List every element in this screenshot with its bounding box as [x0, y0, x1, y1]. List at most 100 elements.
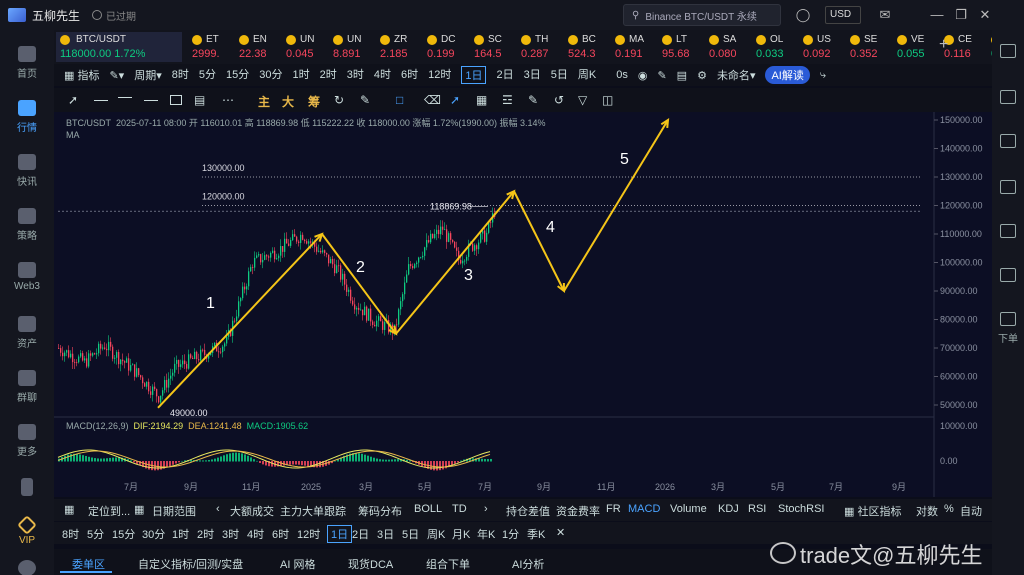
tf-30分[interactable]: 30分 [142, 526, 165, 542]
ai-interpret-button[interactable]: AI解读 [765, 66, 810, 84]
layout-select[interactable]: 未命名▾ [717, 67, 756, 83]
ticker-9[interactable]: BC 524.3 [566, 32, 613, 62]
sidebar-item-chat[interactable]: 群聊 [0, 370, 54, 404]
sidebar-item-mobile[interactable] [0, 478, 54, 499]
indicator-RSI[interactable]: RSI [748, 503, 766, 515]
locate-icon[interactable]: ▦ [64, 503, 74, 516]
tf-5日[interactable]: 5日 [402, 526, 419, 542]
ticker-3[interactable]: UN 0.045 [284, 32, 331, 62]
period-button[interactable]: 周期▾ [134, 67, 162, 83]
ticker-12[interactable]: SA 0.080 [707, 32, 754, 62]
timeframe-5分[interactable]: 5分 [199, 66, 216, 84]
indicator-TD[interactable]: TD [452, 503, 467, 515]
pen-icon[interactable]: ✎▾ [109, 69, 124, 82]
magnet-tool-icon[interactable]: ↺ [554, 93, 564, 107]
percent-scale-button[interactable]: % [944, 503, 954, 515]
currency-select[interactable]: USD [825, 6, 861, 24]
tab-5[interactable]: AI分析 [512, 556, 544, 572]
tf-4时[interactable]: 4时 [247, 526, 264, 542]
sidebar-item-assets[interactable]: 资产 [0, 316, 54, 350]
order-icon[interactable] [1000, 312, 1016, 326]
log-scale-button[interactable]: 对数 [916, 503, 938, 519]
tf-2日[interactable]: 2日 [352, 526, 369, 542]
ticker-2[interactable]: EN 22.38 [237, 32, 284, 62]
trend-icon[interactable] [1000, 180, 1016, 194]
tf-年K[interactable]: 年K [477, 526, 495, 542]
price-chart[interactable]: 150000.00 140000.00 130000.00 120000.00 1100… [54, 112, 992, 497]
channel-tool-icon[interactable] [118, 97, 132, 98]
sidebar-item-home[interactable]: 首页 [0, 46, 54, 80]
refresh-tool-icon[interactable]: ↻ [334, 93, 344, 107]
tf-1日[interactable]: 1日 [327, 525, 353, 543]
ticker-8[interactable]: TH 0.287 [519, 32, 566, 62]
compare-tool-icon[interactable]: ▦ [476, 93, 487, 107]
tab-0[interactable]: 委单区 [72, 556, 105, 572]
edit-icon[interactable]: ✎ [657, 69, 666, 82]
main-indicator-tool[interactable]: 主 [258, 93, 270, 110]
timeframe-4时[interactable]: 4时 [374, 66, 391, 84]
timeframe-2日[interactable]: 2日 [496, 66, 513, 84]
sidebar-item-news[interactable]: 快讯 [0, 154, 54, 188]
ticker-10[interactable]: MA 0.191 [613, 32, 660, 62]
indicator-MACD[interactable]: MACD [628, 503, 660, 515]
ticker-4[interactable]: UN 8.891 [331, 32, 378, 62]
timeframe-12时[interactable]: 12时 [428, 66, 451, 84]
eraser-tool-icon[interactable]: ⌫ [424, 93, 441, 107]
select-tool-icon[interactable]: □ [396, 93, 403, 107]
ruler-tool-icon[interactable]: ▤ [194, 93, 205, 107]
chart-canvas[interactable]: 150000.00140000.00130000.00120000.001100… [54, 112, 992, 497]
locate-button[interactable]: 定位到... [88, 503, 130, 519]
ticker-7[interactable]: SC 164.5 [472, 32, 519, 62]
mail-icon[interactable]: ✉ [876, 6, 894, 24]
timeframe-8时[interactable]: 8时 [172, 66, 189, 84]
indicator-大额成交[interactable]: 大额成交 [230, 503, 274, 519]
note-tool-icon[interactable]: ✎ [528, 93, 538, 107]
ticker-16[interactable]: VE 0.055 [895, 32, 942, 62]
trash-tool-icon[interactable]: ◫ [602, 93, 613, 107]
tf-季K[interactable]: 季K [527, 526, 545, 542]
sidebar-item-more[interactable]: 更多 [0, 424, 54, 458]
sidebar-item-profile[interactable] [0, 560, 54, 575]
timeframe-2时[interactable]: 2时 [320, 66, 337, 84]
ticker-11[interactable]: LT 95.68 [660, 32, 707, 62]
ticker-15[interactable]: SE 0.352 [848, 32, 895, 62]
tf-月K[interactable]: 月K [452, 526, 470, 542]
camera-icon[interactable]: ◉ [638, 69, 648, 82]
tf-5分[interactable]: 5分 [87, 526, 104, 542]
indicator-筹码分布[interactable]: 筹码分布 [358, 503, 402, 519]
tf-3日[interactable]: 3日 [377, 526, 394, 542]
ticker-0[interactable]: BTC/USDT 118000.00 1.72% [56, 32, 182, 62]
chips-tool[interactable]: 筹 [308, 93, 320, 110]
ticker-13[interactable]: OL 0.033 [754, 32, 801, 62]
sidebar-item-strategy[interactable]: 策略 [0, 208, 54, 242]
brush-tool-icon[interactable]: ✎ [360, 93, 370, 107]
tab-3[interactable]: 现货DCA [348, 556, 393, 572]
add-ticker-icon[interactable]: + [939, 36, 948, 54]
orderbook-icon[interactable] [1000, 134, 1016, 148]
timeframe-3日[interactable]: 3日 [524, 66, 541, 84]
timeframe-1日[interactable]: 1日 [461, 66, 487, 84]
sidebar-item-market[interactable]: 行情 [0, 100, 54, 134]
ticker-18[interactable]: PU0.005 [989, 32, 992, 62]
tf-8时[interactable]: 8时 [62, 526, 79, 542]
panel-icon[interactable] [1000, 44, 1016, 58]
indicator-FR[interactable]: FR [606, 503, 621, 515]
close-tf-icon[interactable]: ✕ [556, 526, 565, 539]
close-icon[interactable]: ✕ [976, 6, 994, 24]
layout-icon[interactable]: ▤ [677, 69, 687, 82]
indicator-KDJ[interactable]: KDJ [718, 503, 739, 515]
stack-icon[interactable] [1000, 268, 1016, 282]
ray-tool-icon[interactable] [144, 100, 158, 101]
tf-周K[interactable]: 周K [427, 526, 445, 542]
range-icon[interactable]: ▦ [134, 503, 144, 516]
timeframe-15分[interactable]: 15分 [226, 66, 249, 84]
community-indicators-button[interactable]: ▦ 社区指标 [844, 503, 901, 519]
timeframe-30分[interactable]: 30分 [259, 66, 282, 84]
timeframe-1时[interactable]: 1时 [292, 66, 309, 84]
order-label[interactable]: 下单 [992, 330, 1024, 345]
tf-12时[interactable]: 12时 [297, 526, 320, 542]
sidebar-item-web3[interactable]: Web3 [0, 262, 54, 292]
tf-1时[interactable]: 1时 [172, 526, 189, 542]
filter-tool-icon[interactable]: ▽ [578, 93, 587, 107]
indicator-资金费率[interactable]: 资金费率 [556, 503, 600, 519]
